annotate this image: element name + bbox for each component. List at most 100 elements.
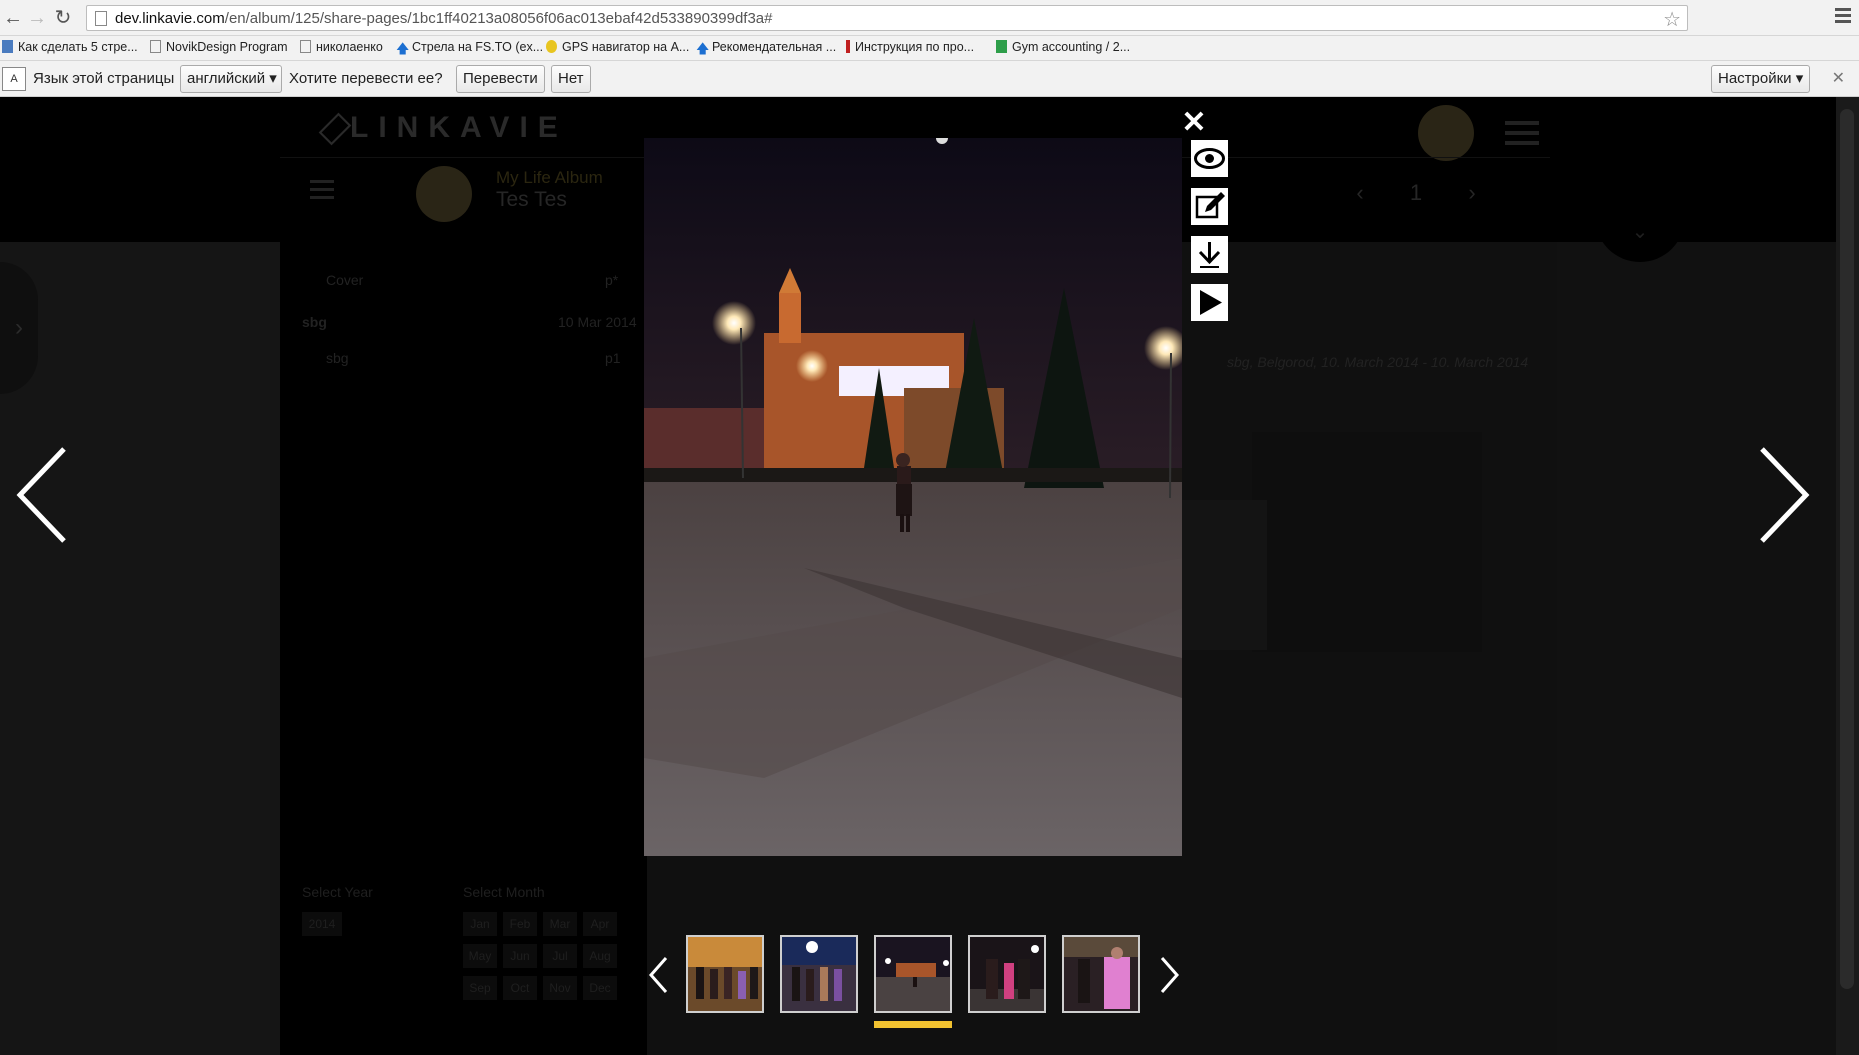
back-icon[interactable]: ← xyxy=(2,7,24,29)
month-option[interactable]: Nov xyxy=(543,976,577,1000)
translate-bar: A Язык этой страницы английский ▾ Хотите… xyxy=(0,61,1859,97)
toc-chapter-date: 10 Mar 2014 xyxy=(558,314,637,330)
site-logo[interactable]: LINKAVIE xyxy=(318,109,568,149)
album-subtitle: My Life Album xyxy=(496,168,603,187)
chevron-right-icon[interactable]: › xyxy=(0,262,38,394)
avatar xyxy=(416,166,472,222)
translate-button[interactable]: Перевести xyxy=(456,65,545,93)
arrow-up-icon: 🡅 xyxy=(396,41,410,56)
month-option[interactable]: Jul xyxy=(543,944,577,968)
reload-icon[interactable]: ↻ xyxy=(52,7,74,29)
bookmarks-bar: Как сделать 5 стре... NovikDesign Progra… xyxy=(0,36,1859,61)
year-option[interactable]: 2014 xyxy=(302,912,342,936)
page-icon xyxy=(300,40,311,53)
thumbnail[interactable] xyxy=(968,935,1046,1013)
thumbnail-image xyxy=(688,937,762,1011)
select-year-label: Select Year xyxy=(302,884,373,900)
gps-icon xyxy=(546,40,557,53)
no-translate-button[interactable]: Нет xyxy=(551,65,591,93)
scrollbar-thumb[interactable] xyxy=(1840,109,1854,989)
eye-icon xyxy=(1194,148,1225,169)
browser-toolbar: ← → ↻ dev.linkavie.com/en/album/125/shar… xyxy=(0,0,1859,36)
translate-question: Хотите перевести ее? xyxy=(289,70,443,87)
view-button[interactable] xyxy=(1191,140,1228,177)
month-option[interactable]: Oct xyxy=(503,976,537,1000)
sheets-icon xyxy=(996,40,1007,53)
chevron-left-icon xyxy=(16,447,66,543)
close-icon[interactable]: ✕ xyxy=(1181,108,1207,138)
forward-icon[interactable]: → xyxy=(26,7,48,29)
translate-icon: A xyxy=(2,67,26,91)
month-option[interactable]: Dec xyxy=(583,976,617,1000)
month-option[interactable]: Feb xyxy=(503,912,537,936)
thumbnail-image xyxy=(970,937,1044,1011)
translate-prompt: Язык этой страницы xyxy=(33,70,175,87)
browser-menu-icon[interactable] xyxy=(1835,8,1851,28)
month-option[interactable]: Mar xyxy=(543,912,577,936)
bookmark-item[interactable]: Gym accounting / 2... xyxy=(996,40,1130,54)
thumbnail-image xyxy=(876,937,950,1011)
thumbs-next-button[interactable] xyxy=(1156,955,1182,995)
download-button[interactable] xyxy=(1191,236,1228,273)
url-text: dev.linkavie.com/en/album/125/share-page… xyxy=(115,10,773,27)
arrow-up-icon: 🡅 xyxy=(696,41,710,56)
thumbs-prev-button[interactable] xyxy=(646,955,672,995)
chevron-left-icon xyxy=(648,957,668,993)
thumbnail[interactable] xyxy=(1062,935,1140,1013)
toc-entry-page: p1 xyxy=(605,350,621,366)
edit-button[interactable] xyxy=(1191,188,1228,225)
prev-page-icon[interactable]: ‹ xyxy=(1332,180,1388,206)
info-icon xyxy=(846,40,850,53)
pager: ‹ 1 › xyxy=(1332,180,1500,206)
translate-settings-button[interactable]: Настройки ▾ xyxy=(1711,65,1811,93)
previous-photo-button[interactable] xyxy=(14,445,74,545)
toc-chapter[interactable]: sbg xyxy=(302,314,327,330)
thumbnail-image xyxy=(782,937,856,1011)
thumbnail[interactable] xyxy=(686,935,764,1013)
scrollbar[interactable] xyxy=(1836,97,1859,1055)
toc-cover[interactable]: Cover xyxy=(326,272,363,288)
bookmark-star-icon[interactable]: ☆ xyxy=(1663,7,1681,32)
toc-menu-icon[interactable] xyxy=(310,180,334,204)
download-icon xyxy=(1198,242,1221,268)
edit-icon xyxy=(1195,192,1225,219)
select-month-label: Select Month xyxy=(463,884,545,900)
month-option[interactable]: May xyxy=(463,944,497,968)
thumbnail[interactable] xyxy=(780,935,858,1013)
month-option[interactable]: Jan xyxy=(463,912,497,936)
page-number: 1 xyxy=(1409,180,1423,205)
bookmark-favicon xyxy=(2,40,13,53)
month-option[interactable]: Sep xyxy=(463,976,497,1000)
content-photo xyxy=(1252,432,1482,652)
avatar[interactable] xyxy=(1418,105,1474,161)
right-panel xyxy=(1557,242,1836,1055)
thumbnail[interactable] xyxy=(874,935,952,1013)
month-option[interactable]: Apr xyxy=(583,912,617,936)
page-caption: sbg, Belgorod, 10. March 2014 - 10. Marc… xyxy=(1227,354,1529,370)
play-button[interactable] xyxy=(1191,284,1228,321)
next-photo-button[interactable] xyxy=(1752,445,1812,545)
bookmark-item[interactable]: 🡅 Стрела на FS.TO (ex... xyxy=(396,40,543,56)
toc-entry[interactable]: sbg xyxy=(326,350,349,366)
close-icon[interactable]: ✕ xyxy=(1832,68,1845,88)
bookmark-item[interactable]: GPS навигатор на А... xyxy=(546,40,689,54)
left-panel: › xyxy=(0,242,280,1055)
address-bar[interactable]: dev.linkavie.com/en/album/125/share-page… xyxy=(86,5,1688,31)
bookmark-item[interactable]: Инструкция по про... xyxy=(846,40,974,54)
month-option[interactable]: Aug xyxy=(583,944,617,968)
active-thumbnail-indicator xyxy=(874,1021,952,1028)
bookmark-item[interactable]: 🡅 Рекомендательная ... xyxy=(696,40,836,56)
bookmark-item[interactable]: Как сделать 5 стре... xyxy=(2,40,138,54)
page-icon xyxy=(95,11,107,26)
bookmark-item[interactable]: NovikDesign Program xyxy=(150,40,288,54)
month-option[interactable]: Jun xyxy=(503,944,537,968)
night-square-photo xyxy=(644,138,1182,856)
language-select[interactable]: английский ▾ xyxy=(180,65,282,93)
bookmark-item[interactable]: николаенко xyxy=(300,40,383,54)
hamburger-menu-icon[interactable] xyxy=(1505,121,1539,151)
chevron-right-icon xyxy=(1760,447,1810,543)
lightbox-photo xyxy=(644,138,1182,856)
thumbnail-strip xyxy=(646,935,1186,1031)
chevron-right-icon xyxy=(1160,957,1180,993)
next-page-icon[interactable]: › xyxy=(1444,180,1500,206)
